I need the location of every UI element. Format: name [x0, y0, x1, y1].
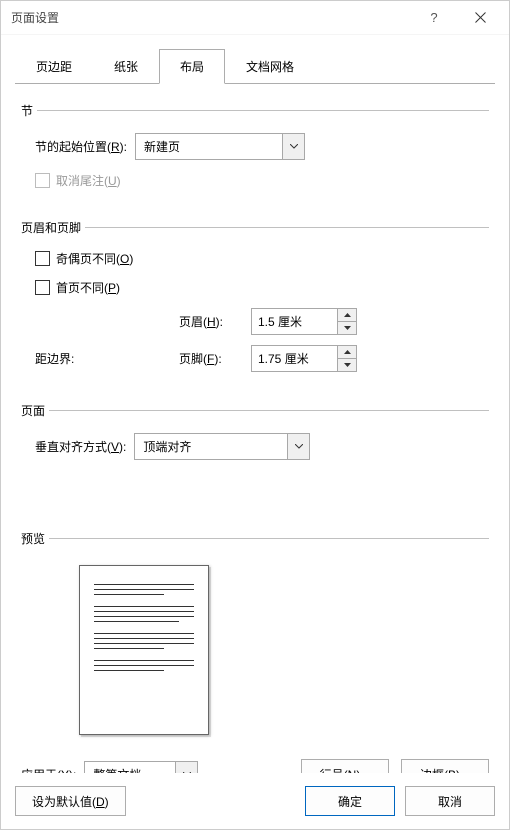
- valign-combo[interactable]: 顶端对齐: [134, 433, 310, 460]
- preview-title: 预览: [21, 530, 45, 547]
- spin-up-icon[interactable]: [338, 346, 356, 359]
- layout-panel: 节 节的起始位置(R): 新建页 取消尾注(U): [15, 84, 495, 773]
- page-title: 页面: [21, 402, 45, 419]
- cancel-button[interactable]: 取消: [405, 786, 495, 816]
- footer-distance-spinner[interactable]: 1.75 厘米: [251, 345, 357, 372]
- checkbox-box: [35, 280, 50, 295]
- content-area: 页边距 纸张 布局 文档网格 节 节的起始位置(R): 新建页: [1, 35, 509, 773]
- apply-to-value: 整篇文档: [85, 762, 175, 774]
- checkbox-box: [35, 173, 50, 188]
- suppress-endnotes-checkbox: 取消尾注(U): [35, 172, 121, 189]
- header-distance-value: 1.5 厘米: [252, 309, 337, 334]
- tab-paper[interactable]: 纸张: [93, 49, 159, 83]
- spin-down-icon[interactable]: [338, 359, 356, 371]
- chevron-down-icon: [175, 762, 197, 774]
- checkbox-box: [35, 251, 50, 266]
- page-group: 页面 垂直对齐方式(V): 顶端对齐: [21, 402, 489, 472]
- apply-to-combo[interactable]: 整篇文档: [84, 761, 198, 774]
- tab-margins[interactable]: 页边距: [15, 49, 93, 83]
- chevron-down-icon: [282, 134, 304, 159]
- headers-footers-group: 页眉和页脚 奇偶页不同(O) 首页不同(P): [21, 219, 489, 384]
- help-button[interactable]: ?: [411, 2, 457, 34]
- spin-down-icon[interactable]: [338, 322, 356, 334]
- tabs: 页边距 纸张 布局 文档网格: [15, 49, 495, 83]
- first-page-checkbox[interactable]: 首页不同(P): [35, 279, 120, 296]
- preview-group: 预览: [21, 530, 489, 735]
- valign-value: 顶端对齐: [135, 434, 287, 459]
- spin-up-icon[interactable]: [338, 309, 356, 322]
- borders-button[interactable]: 边框(B)...: [401, 759, 489, 773]
- dialog-footer: 设为默认值(D) 确定 取消: [1, 773, 509, 829]
- hf-title: 页眉和页脚: [21, 219, 81, 236]
- tab-layout[interactable]: 布局: [159, 49, 225, 84]
- tab-grid[interactable]: 文档网格: [225, 49, 315, 83]
- footer-distance-value: 1.75 厘米: [252, 346, 337, 371]
- odd-even-checkbox[interactable]: 奇偶页不同(O): [35, 250, 133, 267]
- section-start-value: 新建页: [136, 134, 282, 159]
- margin-label: 距边界:: [35, 350, 171, 367]
- section-group: 节 节的起始位置(R): 新建页 取消尾注(U): [21, 102, 489, 201]
- close-icon: [475, 12, 486, 23]
- valign-label: 垂直对齐方式(V):: [35, 438, 126, 455]
- window-title: 页面设置: [11, 9, 411, 26]
- header-label: 页眉(H):: [179, 313, 243, 330]
- footer-label: 页脚(F):: [179, 350, 243, 367]
- close-button[interactable]: [457, 2, 503, 34]
- section-start-label: 节的起始位置(R):: [35, 138, 127, 155]
- header-distance-spinner[interactable]: 1.5 厘米: [251, 308, 357, 335]
- page-setup-dialog: 页面设置 ? 页边距 纸张 布局 文档网格 节 节的起始位置: [0, 0, 510, 830]
- set-default-button[interactable]: 设为默认值(D): [15, 786, 126, 816]
- section-title: 节: [21, 102, 33, 119]
- chevron-down-icon: [287, 434, 309, 459]
- titlebar: 页面设置 ?: [1, 1, 509, 35]
- page-preview: [79, 565, 209, 735]
- apply-row: 应用于(Y): 整篇文档 行号(N)... 边框(B)...: [21, 759, 489, 773]
- section-start-combo[interactable]: 新建页: [135, 133, 305, 160]
- ok-button[interactable]: 确定: [305, 786, 395, 816]
- line-numbers-button[interactable]: 行号(N)...: [301, 759, 389, 773]
- apply-to-label: 应用于(Y):: [21, 766, 76, 774]
